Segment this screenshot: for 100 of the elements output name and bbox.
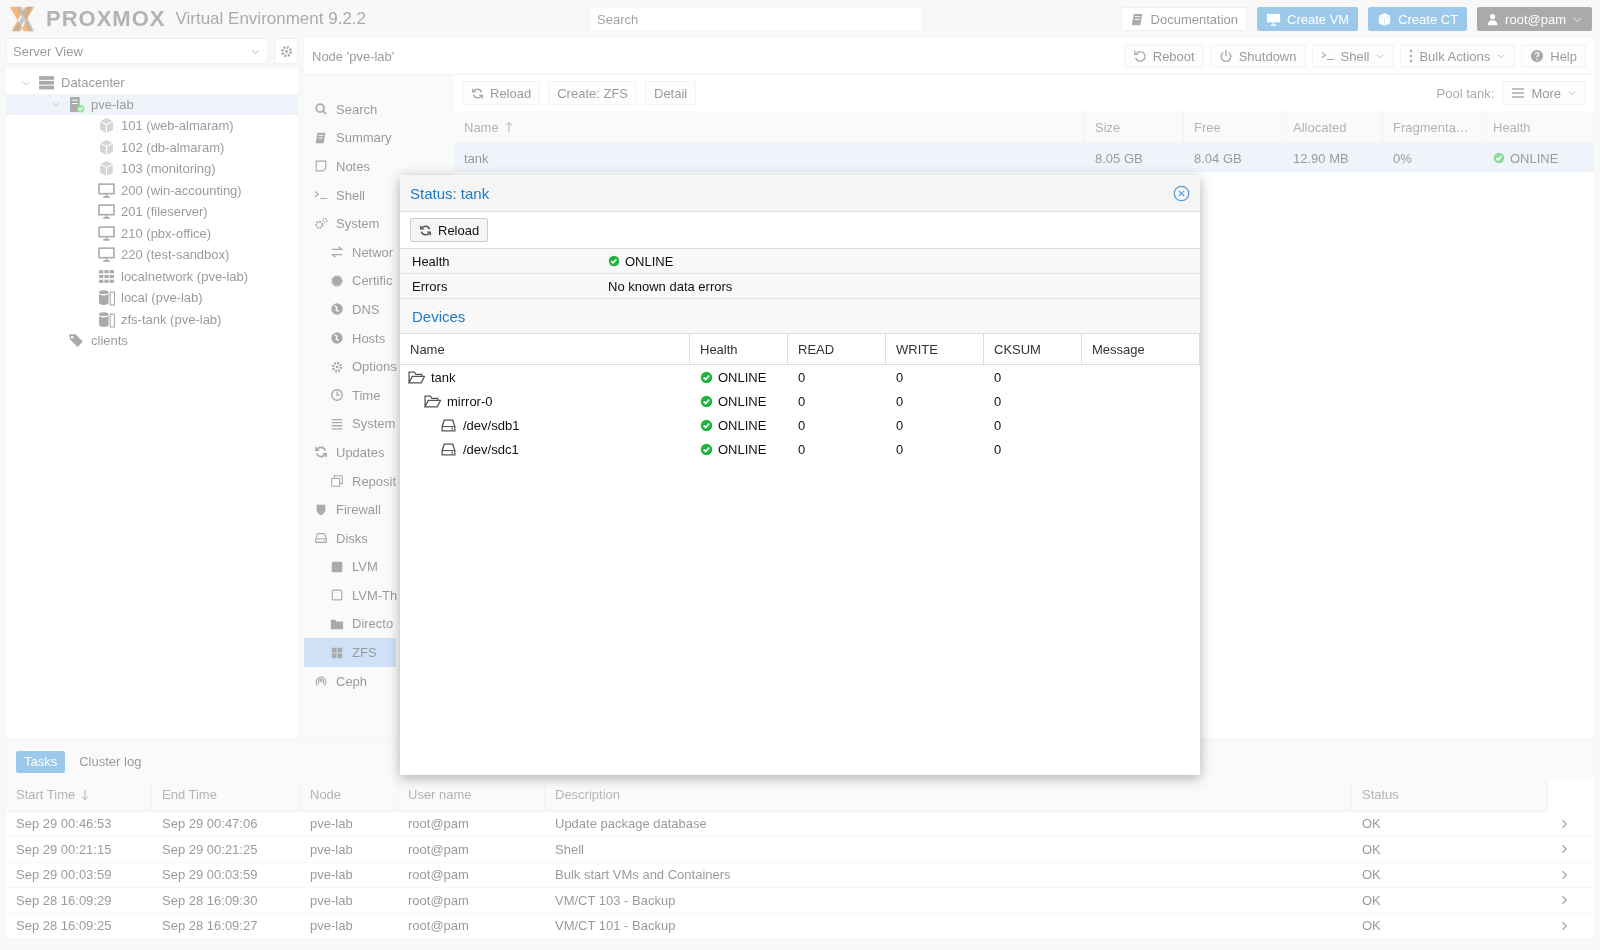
table-cell: Sep 29 00:47:06: [152, 811, 300, 837]
header-button[interactable]: Documentation: [1120, 7, 1247, 31]
tree-item[interactable]: 210 (pbx-office): [6, 222, 298, 244]
nav-item[interactable]: System: [304, 409, 396, 439]
table-cell-text: 0: [797, 392, 807, 411]
column-header[interactable]: Node: [300, 778, 398, 812]
tree-item[interactable]: Datacenter: [6, 72, 298, 94]
nav-item[interactable]: ZFS: [304, 638, 396, 667]
table-cell: tank: [400, 365, 690, 389]
nav-item[interactable]: Firewall: [304, 495, 396, 524]
tree-item[interactable]: clients: [6, 330, 298, 352]
column-header[interactable]: WRITE: [886, 334, 984, 365]
toolbar-button[interactable]: Help: [1521, 44, 1586, 68]
tree-item[interactable]: 101 (web-almaram): [6, 115, 298, 137]
user-menu[interactable]: root@pam: [1477, 7, 1592, 31]
tree-item[interactable]: 102 (db-almaram): [6, 136, 298, 158]
tree-item[interactable]: zfs-tank (pve-lab): [6, 308, 298, 330]
nav-item[interactable]: LVM-Th: [304, 581, 396, 610]
nav-item[interactable]: DNS: [304, 295, 396, 324]
settings-button[interactable]: [274, 38, 298, 64]
nav-item[interactable]: Notes: [304, 152, 396, 181]
column-header[interactable]: Allocated: [1283, 111, 1383, 144]
table-cell: VM/CT 103 - Backup: [545, 888, 1352, 914]
table-cell: root@pam: [398, 837, 545, 863]
reload-button[interactable]: Reload: [410, 218, 489, 242]
column-header[interactable]: Size: [1085, 111, 1184, 144]
tree-item[interactable]: 201 (fileserver): [6, 201, 298, 223]
monitor-icon: [98, 203, 115, 221]
header-button[interactable]: Create VM: [1257, 7, 1359, 31]
nav-item[interactable]: Shell: [304, 180, 396, 210]
tree-item[interactable]: 200 (win-accounting): [6, 179, 298, 201]
tree-item[interactable]: local (pve-lab): [6, 287, 298, 309]
column-header[interactable]: CKSUM: [984, 334, 1082, 365]
toolbar-button[interactable]: Reboot: [1123, 44, 1204, 68]
table-cell: Sep 28 16:09:27: [152, 913, 300, 939]
badge-icon: [330, 273, 344, 288]
nav-item[interactable]: LVM: [304, 552, 396, 582]
folder-icon: [330, 617, 344, 631]
column-header[interactable]: End Time: [152, 778, 300, 812]
table-cell-text: 0: [797, 368, 807, 387]
table-cell: ONLINE: [1483, 144, 1594, 172]
tab[interactable]: Tasks: [16, 750, 66, 773]
table-cell: Sep 29 00:03:59: [6, 862, 152, 888]
nav-item[interactable]: Reposit: [304, 466, 396, 496]
tree-item[interactable]: localnetwork (pve-lab): [6, 265, 298, 287]
toolbar-button[interactable]: Shell: [1311, 44, 1395, 68]
table-cell: Shell: [545, 837, 1352, 863]
caret-icon: [1496, 51, 1507, 61]
section-title: Devices: [400, 299, 1200, 334]
column-header[interactable]: Health: [1483, 111, 1594, 144]
tab[interactable]: Cluster log: [71, 750, 150, 773]
nav-item[interactable]: Options: [304, 352, 396, 381]
column-header[interactable]: Fragmenta…: [1383, 111, 1483, 144]
header-button[interactable]: Create CT: [1368, 7, 1468, 31]
table-cell-text: 0: [993, 440, 1003, 459]
tree-item[interactable]: 220 (test-sandbox): [6, 244, 298, 266]
nav-item[interactable]: Search: [304, 95, 396, 124]
table-cell: ONLINE: [690, 437, 788, 461]
table-cell: Sep 28 16:09:29: [6, 888, 152, 914]
nav-item[interactable]: Certific: [304, 266, 396, 296]
column-header[interactable]: Free: [1184, 111, 1283, 144]
more-button[interactable]: More: [1502, 81, 1586, 105]
toolbar-button[interactable]: Create: ZFS: [548, 81, 637, 105]
table-cell: OK: [1352, 888, 1548, 914]
column-header[interactable]: Start Time: [6, 778, 152, 812]
nav-item[interactable]: Networ: [304, 237, 396, 267]
column-header[interactable]: User name: [398, 778, 545, 812]
nav-item[interactable]: Summary: [304, 123, 396, 153]
view-dropdown[interactable]: Server View: [6, 38, 268, 64]
nav-item[interactable]: System: [304, 209, 396, 238]
column-header[interactable]: Description: [545, 778, 1352, 812]
search-icon: [314, 102, 328, 117]
table-cell: Sep 29 00:46:53: [6, 811, 152, 837]
refresh-icon: [314, 445, 328, 460]
cube-icon: [1377, 11, 1393, 27]
column-header[interactable]: Health: [690, 334, 788, 365]
nav-item[interactable]: Directo: [304, 609, 396, 639]
nav-item[interactable]: Hosts: [304, 323, 396, 353]
database-icon: [98, 289, 115, 307]
toolbar-button[interactable]: Detail: [645, 81, 697, 105]
toolbar-button[interactable]: Bulk Actions: [1400, 44, 1516, 68]
nav-item[interactable]: Ceph: [304, 666, 396, 696]
column-header[interactable]: Status: [1352, 778, 1548, 812]
search-field[interactable]: Search: [591, 8, 922, 30]
close-button[interactable]: [1173, 184, 1190, 202]
toolbar-button[interactable]: Reload: [462, 81, 541, 105]
nav-item[interactable]: Time: [304, 380, 396, 410]
table-cell: VM/CT 101 - Backup: [545, 913, 1352, 939]
column-header[interactable]: Name: [400, 334, 690, 365]
column-header[interactable]: Message: [1082, 334, 1200, 365]
nav-item[interactable]: Disks: [304, 523, 396, 553]
tree-item[interactable]: pve-lab: [6, 93, 298, 115]
toolbar-button[interactable]: Shutdown: [1209, 44, 1306, 68]
nav-item[interactable]: Updates: [304, 438, 396, 467]
table-cell: ONLINE: [690, 365, 788, 389]
column-header[interactable]: READ: [788, 334, 886, 365]
column-header[interactable]: Name: [454, 111, 1085, 144]
tree-item[interactable]: 103 (monitoring): [6, 158, 298, 180]
node-icon: [68, 95, 85, 113]
table-cell-text: 0: [797, 416, 807, 435]
